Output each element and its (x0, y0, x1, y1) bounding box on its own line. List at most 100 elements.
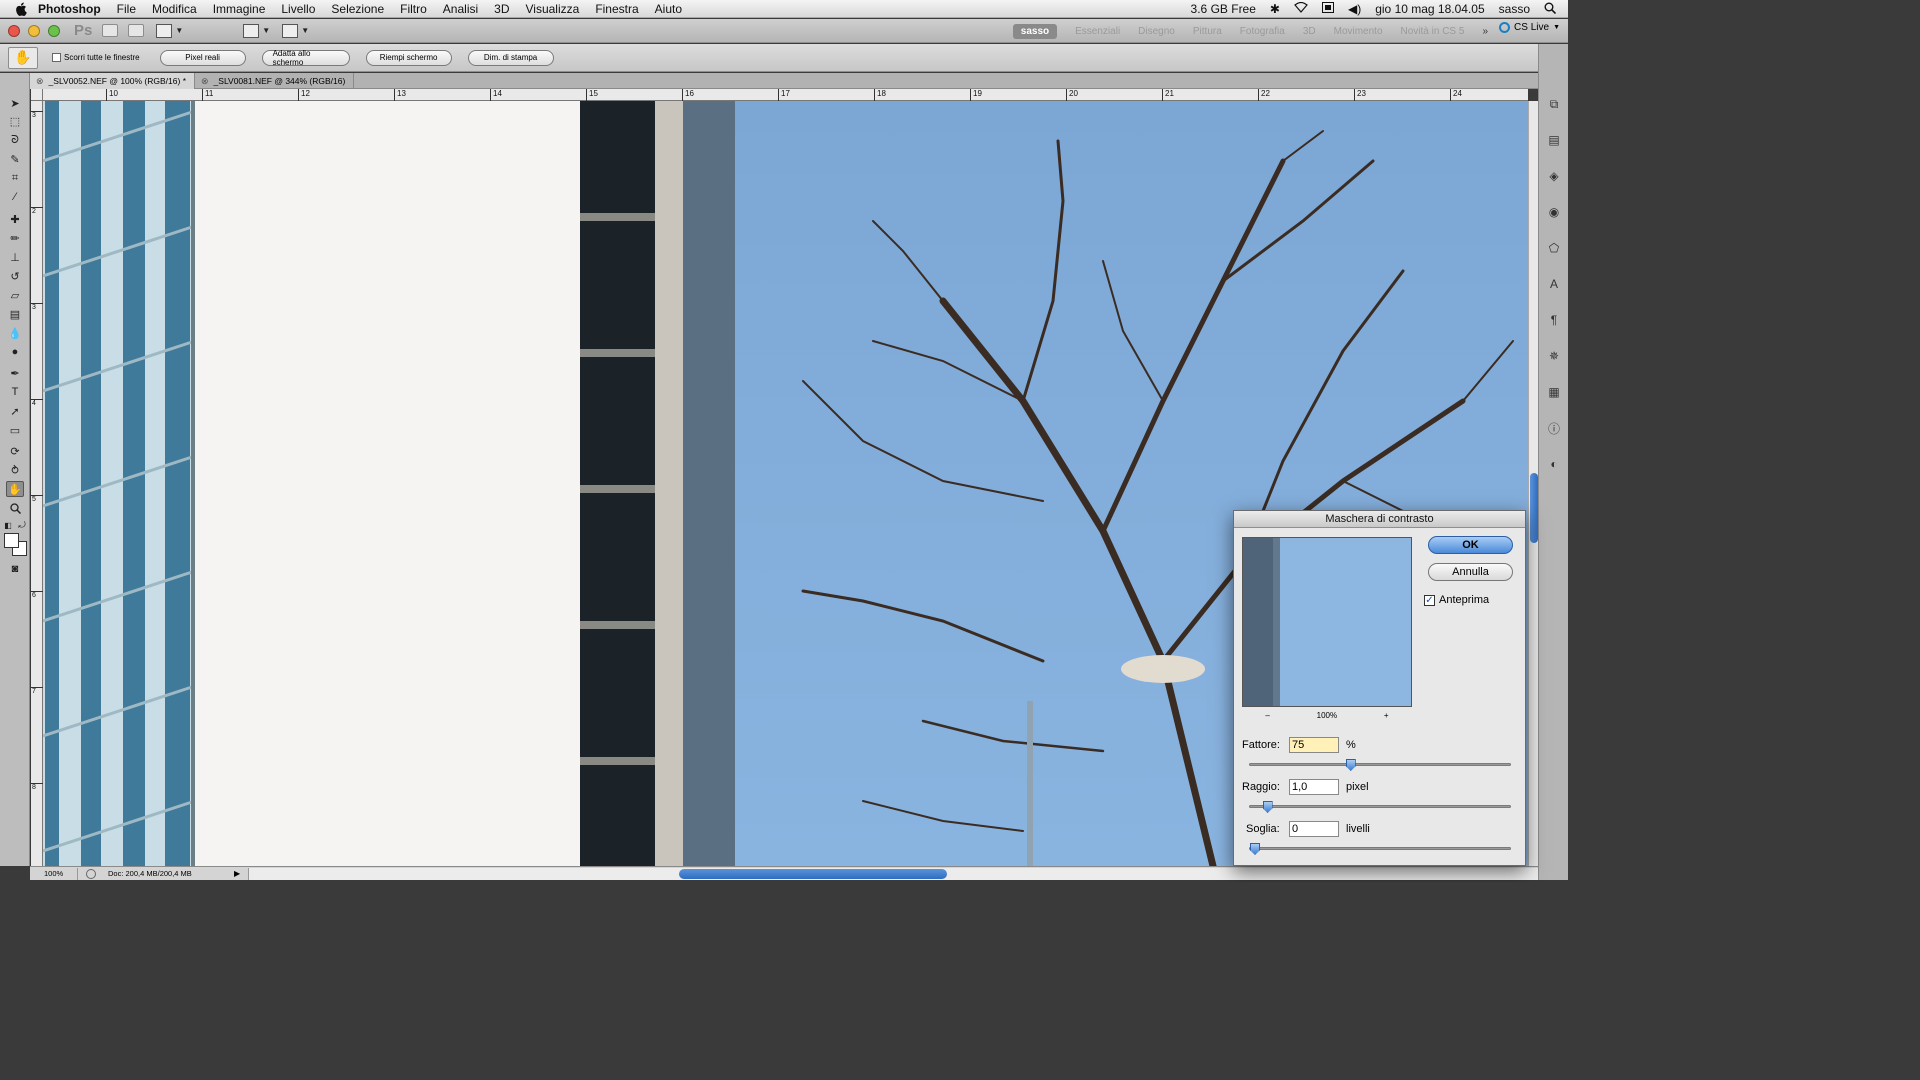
menu-analisi[interactable]: Analisi (443, 2, 478, 16)
status-info-icon[interactable] (86, 868, 96, 879)
path-selection-tool-icon[interactable]: ➚ (6, 403, 24, 419)
ok-button[interactable]: OK (1428, 536, 1513, 554)
user-name[interactable]: sasso (1499, 2, 1530, 16)
clone-stamp-tool-icon[interactable]: ⊥ (6, 249, 24, 265)
more-workspaces-icon[interactable]: » (1482, 26, 1488, 37)
paragraph-panel-icon[interactable]: ¶ (1545, 312, 1563, 328)
history-panel-icon[interactable]: ⧉ (1545, 96, 1563, 112)
color-panel-icon[interactable]: ◐ (1545, 456, 1563, 472)
threshold-slider-thumb[interactable] (1250, 843, 1260, 855)
crop-tool-icon[interactable]: ⌗ (6, 170, 24, 186)
free-memory-status[interactable]: 3.6 GB Free (1191, 2, 1256, 16)
tab-slv0081[interactable]: ⊗ _SLV0081.NEF @ 344% (RGB/16) (195, 73, 355, 89)
screen-icon[interactable] (1321, 2, 1334, 16)
hand-tool-icon[interactable]: ✋ (6, 481, 24, 497)
channels-panel-icon[interactable]: ◉ (1545, 204, 1563, 220)
animation-panel-icon[interactable]: ▤ (1545, 132, 1563, 148)
amount-slider[interactable] (1249, 759, 1511, 771)
volume-icon[interactable]: ◀) (1348, 2, 1361, 16)
type-tool-icon[interactable]: T (6, 384, 24, 400)
zoom-window-button[interactable] (48, 24, 60, 37)
healing-brush-tool-icon[interactable]: ✚ (6, 211, 24, 227)
quick-selection-tool-icon[interactable]: ✎ (6, 151, 24, 167)
history-brush-tool-icon[interactable]: ↺ (6, 268, 24, 284)
fit-screen-button[interactable]: Adatta allo schermo (261, 49, 350, 67)
print-size-button[interactable]: Dim. di stampa (467, 49, 554, 66)
amount-input[interactable] (1289, 737, 1339, 753)
navigator-panel-icon[interactable]: ✵ (1545, 348, 1563, 364)
dialog-title[interactable]: Maschera di contrasto (1234, 511, 1525, 528)
close-icon[interactable]: ⊗ (201, 76, 209, 87)
layers-panel-icon[interactable]: ◈ (1545, 168, 1563, 184)
tool-preset-picker[interactable]: ✋ (8, 46, 38, 69)
apple-icon[interactable] (14, 2, 28, 16)
vertical-ruler[interactable]: 3 2 3 4 5 6 7 8 (31, 101, 43, 866)
pen-tool-icon[interactable]: ✒ (6, 365, 24, 381)
workspace-essenziali[interactable]: Essenziali (1075, 26, 1120, 37)
workspace-movimento[interactable]: Movimento (1334, 26, 1383, 37)
marquee-tool-icon[interactable]: ⬚ (6, 113, 24, 129)
clock[interactable]: gio 10 mag 18.04.05 (1375, 2, 1484, 16)
menu-visualizza[interactable]: Visualizza (526, 2, 580, 16)
checkbox-box[interactable] (52, 53, 61, 62)
screen-mode-dropdown[interactable]: ▼ (282, 23, 309, 38)
zoom-level-field[interactable]: 100% (30, 867, 78, 880)
radius-slider[interactable] (1249, 801, 1511, 813)
fill-screen-button[interactable]: Riempi schermo (365, 49, 452, 66)
preview-checkbox[interactable]: ✓ Anteprima (1424, 594, 1489, 606)
zoom-out-button[interactable]: – (1265, 711, 1269, 720)
view-extras-dropdown[interactable]: ▼ (156, 23, 183, 38)
amount-slider-thumb[interactable] (1345, 759, 1356, 771)
actual-pixels-button[interactable]: Pixel reali (159, 49, 246, 66)
menu-3d[interactable]: 3D (494, 2, 509, 16)
horizontal-scroll-thumb[interactable] (679, 868, 948, 879)
foreground-color-swatch[interactable] (4, 533, 19, 548)
ruler-origin[interactable] (31, 89, 43, 101)
horizontal-scrollbar[interactable] (248, 867, 1538, 880)
eraser-tool-icon[interactable]: ▱ (6, 287, 24, 303)
radius-input[interactable] (1289, 779, 1339, 795)
workspace-fotografia[interactable]: Fotografia (1240, 26, 1285, 37)
menu-filtro[interactable]: Filtro (400, 2, 427, 16)
threshold-input[interactable] (1289, 821, 1339, 837)
close-window-button[interactable] (8, 24, 20, 37)
wifi-icon[interactable] (1294, 1, 1308, 16)
gradient-tool-icon[interactable]: ▤ (6, 306, 24, 322)
brush-tool-icon[interactable]: ✏ (6, 230, 24, 246)
3d-rotate-tool-icon[interactable]: ⟳ (6, 443, 24, 459)
scroll-all-windows-checkbox[interactable]: Scorri tutte le finestre (52, 53, 140, 62)
3d-orbit-tool-icon[interactable]: ⥁ (6, 462, 24, 478)
zoom-tool-icon[interactable] (6, 500, 24, 516)
cs-live-button[interactable]: CS Live ▼ (1499, 22, 1560, 33)
document-size-info[interactable]: Doc: 200,4 MB/200,4 MB (104, 869, 234, 878)
workspace-3d[interactable]: 3D (1303, 26, 1316, 37)
vertical-scrollbar[interactable] (1528, 101, 1538, 866)
arrange-documents-dropdown[interactable]: ▼ (243, 23, 270, 38)
menu-aiuto[interactable]: Aiuto (655, 2, 682, 16)
zoom-in-button[interactable]: + (1384, 711, 1389, 720)
threshold-slider[interactable] (1249, 843, 1511, 855)
eyedropper-tool-icon[interactable]: ⁄ (6, 189, 24, 205)
bridge-icon[interactable] (102, 24, 119, 37)
workspace-sasso[interactable]: sasso (1012, 23, 1058, 39)
close-icon[interactable]: ⊗ (36, 76, 44, 87)
checkbox-checked-icon[interactable]: ✓ (1424, 594, 1435, 606)
move-tool-icon[interactable]: ➤ (6, 95, 24, 111)
menu-livello[interactable]: Livello (281, 2, 315, 16)
vertical-scroll-thumb[interactable] (1530, 473, 1538, 543)
dodge-tool-icon[interactable]: ● (6, 344, 24, 360)
bluetooth-icon[interactable]: ✱ (1270, 2, 1280, 16)
workspace-novita-cs5[interactable]: Novità in CS 5 (1401, 26, 1465, 37)
filter-preview[interactable] (1242, 537, 1412, 707)
menu-finestra[interactable]: Finestra (595, 2, 638, 16)
menu-photoshop[interactable]: Photoshop (38, 2, 101, 16)
paths-panel-icon[interactable]: ⬠ (1545, 240, 1563, 256)
character-panel-icon[interactable]: A (1545, 276, 1563, 292)
status-menu-arrow-icon[interactable]: ▶ (234, 869, 240, 878)
menu-modifica[interactable]: Modifica (152, 2, 197, 16)
swap-colors-icon[interactable]: ⤾ (16, 520, 28, 530)
horizontal-ruler[interactable]: 10 11 12 13 14 15 16 17 18 19 20 21 22 2… (43, 89, 1528, 101)
lasso-tool-icon[interactable]: ᘐ (6, 132, 24, 148)
spotlight-search-icon[interactable] (1544, 2, 1557, 17)
workspace-disegno[interactable]: Disegno (1138, 26, 1175, 37)
